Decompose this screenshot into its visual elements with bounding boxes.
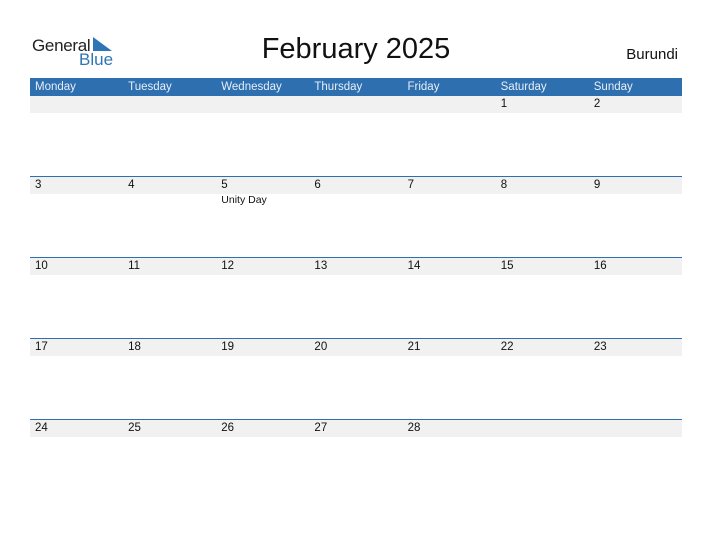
day-number: 2 — [593, 98, 601, 110]
day-cell — [589, 420, 682, 501]
week-row: 10 11 12 13 14 15 16 — [30, 257, 682, 339]
day-cell: 11 — [123, 258, 216, 339]
weekday-sunday: Sunday — [593, 81, 633, 93]
day-cell: 20 — [309, 339, 402, 420]
day-cell: 18 — [123, 339, 216, 420]
day-cell: 27 — [309, 420, 402, 501]
weekday-monday: Monday — [35, 81, 76, 93]
day-cell: 23 — [589, 339, 682, 420]
week-row: 3 4 5 Unity Day 6 7 8 9 — [30, 176, 682, 258]
day-number: 21 — [407, 341, 421, 353]
weekday-thursday: Thursday — [314, 81, 363, 93]
day-number: 13 — [314, 260, 328, 272]
day-cell — [403, 96, 496, 177]
day-number: 16 — [593, 260, 607, 272]
day-cell: 24 — [30, 420, 123, 501]
day-cell: 8 — [496, 177, 589, 258]
country-label: Burundi — [626, 46, 678, 63]
weekday-saturday: Saturday — [500, 81, 547, 93]
calendar-title: February 2025 — [261, 33, 451, 65]
day-number: 20 — [314, 341, 328, 353]
day-number: 1 — [500, 98, 508, 110]
day-cell: 2 — [589, 96, 682, 177]
day-cell — [123, 96, 216, 177]
day-cell: 3 — [30, 177, 123, 258]
day-cell: 7 — [403, 177, 496, 258]
week-row: 24 25 26 27 28 — [30, 419, 682, 501]
day-number: 15 — [500, 260, 514, 272]
week-row: 12 — [30, 96, 682, 177]
day-cell: 9 — [589, 177, 682, 258]
day-cell: 4 — [123, 177, 216, 258]
weekday-friday: Friday — [407, 81, 440, 93]
day-cell: 1 — [496, 96, 589, 177]
day-cell — [309, 96, 402, 177]
day-cell: 6 — [309, 177, 402, 258]
day-number: 17 — [35, 341, 48, 353]
day-cell: 14 — [403, 258, 496, 339]
day-cell: 17 — [30, 339, 123, 420]
day-number: 14 — [407, 260, 421, 272]
day-cell: 28 — [403, 420, 496, 501]
week-row: 17 18 19 20 21 22 23 — [30, 338, 682, 420]
day-number: 6 — [314, 179, 321, 191]
day-cell: 19 — [216, 339, 309, 420]
day-number: 3 — [35, 179, 42, 191]
day-cell — [496, 420, 589, 501]
day-number: 24 — [35, 422, 48, 434]
day-cell: 26 — [216, 420, 309, 501]
day-cell: 25 — [123, 420, 216, 501]
day-number: 28 — [407, 422, 421, 434]
day-cell — [30, 96, 123, 177]
day-number: 18 — [128, 341, 141, 353]
day-cell: 15 — [496, 258, 589, 339]
day-cell: 22 — [496, 339, 589, 420]
day-cell: 12 — [216, 258, 309, 339]
day-number: 19 — [221, 341, 235, 353]
day-number: 23 — [593, 341, 607, 353]
day-number: 12 — [221, 260, 235, 272]
day-number: 26 — [221, 422, 235, 434]
day-number: 5 — [221, 179, 228, 191]
weekday-header: Monday Tuesday Wednesday Thursday Friday Satu… — [30, 78, 682, 96]
holiday-event: Unity Day — [221, 194, 267, 206]
day-number: 4 — [128, 179, 135, 191]
day-cell: 13 — [309, 258, 402, 339]
day-cell: 21 — [403, 339, 496, 420]
day-number: 25 — [128, 422, 141, 434]
weekday-tuesday: Tuesday — [128, 81, 172, 93]
day-number: 11 — [128, 260, 141, 272]
day-cell: 5 Unity Day — [216, 177, 309, 258]
weekday-wednesday: Wednesday — [221, 81, 282, 93]
day-cell — [216, 96, 309, 177]
day-number: 10 — [35, 260, 48, 272]
day-cell: 16 — [589, 258, 682, 339]
day-number: 7 — [407, 179, 414, 191]
day-cell: 10 — [30, 258, 123, 339]
day-number: 27 — [314, 422, 328, 434]
day-number: 22 — [500, 341, 514, 353]
day-number: 9 — [593, 179, 601, 191]
day-number: 8 — [500, 179, 508, 191]
